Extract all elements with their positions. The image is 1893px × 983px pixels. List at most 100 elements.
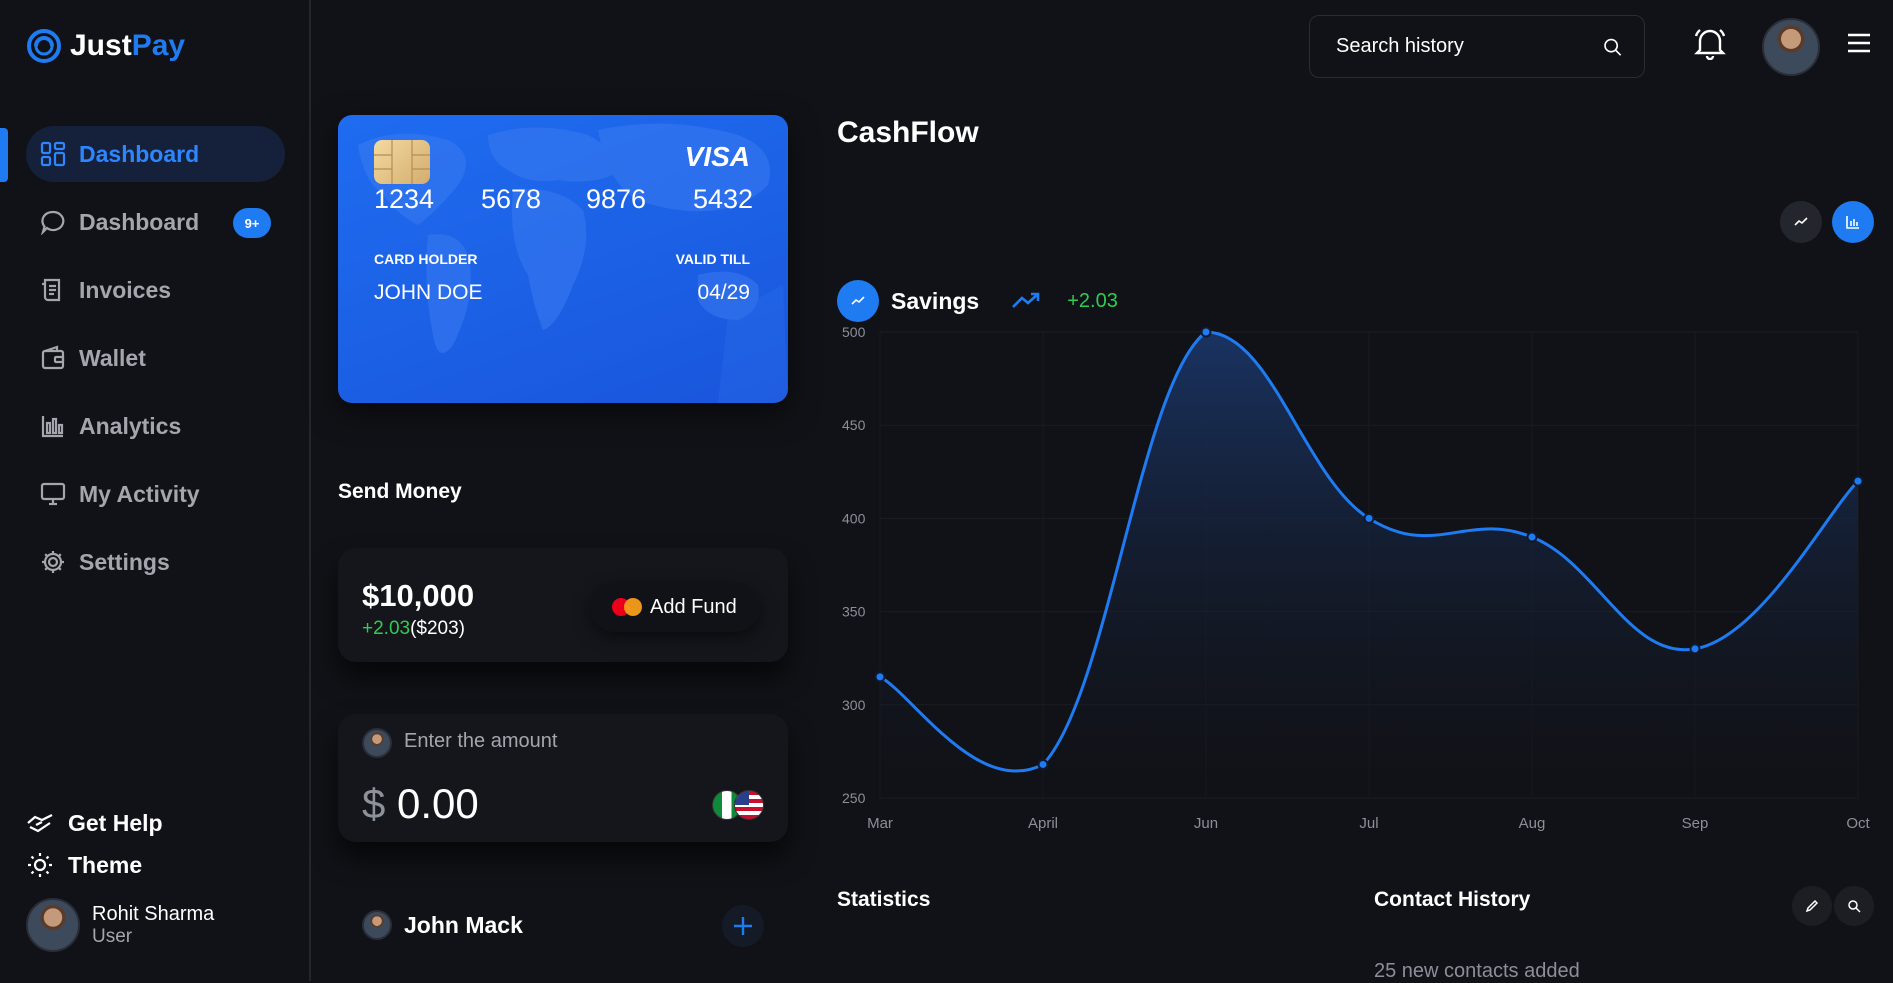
x-tick-label: Oct <box>1846 815 1870 832</box>
sidebar-item-label: Dashboard <box>79 140 200 167</box>
data-point[interactable] <box>1526 531 1538 543</box>
avatar <box>362 910 392 940</box>
data-point[interactable] <box>1689 643 1701 655</box>
sidebar-item-label: Dashboard <box>79 208 200 235</box>
theme-label: Theme <box>68 851 143 878</box>
line-chart-toggle[interactable] <box>1780 201 1822 243</box>
brand-name-part2: Pay <box>131 29 186 62</box>
contact-item[interactable]: John Mack <box>362 910 523 940</box>
add-contact-button[interactable] <box>722 905 764 947</box>
sun-icon <box>28 853 52 877</box>
sidebar-item-label: Wallet <box>79 344 146 371</box>
sidebar-item-my-activity[interactable]: My Activity <box>26 466 285 522</box>
savings-icon <box>837 280 879 322</box>
theme-toggle[interactable]: Theme <box>26 844 163 886</box>
brand-logo[interactable]: JustPay <box>26 28 185 64</box>
sidebar-item-settings[interactable]: Settings <box>26 534 285 590</box>
bar-chart-toggle[interactable] <box>1832 201 1874 243</box>
x-tick-label: Aug <box>1519 815 1546 832</box>
sidebar-nav: Dashboard Dashboard 9+ Invoices Wallet A… <box>0 126 311 602</box>
y-tick-label: 300 <box>842 697 866 713</box>
sidebar-item-wallet[interactable]: Wallet <box>26 330 285 386</box>
brand-icon <box>27 29 61 63</box>
data-point[interactable] <box>1852 475 1864 487</box>
wallet-icon <box>39 344 67 372</box>
contact-history-title: Contact History <box>1374 888 1531 911</box>
card-number-group: 9876 <box>586 184 647 214</box>
amount-value[interactable]: $ 0.00 <box>362 780 479 828</box>
chart-grid <box>879 331 1859 799</box>
search-contacts-button[interactable] <box>1834 886 1874 926</box>
search-icon[interactable] <box>1603 33 1622 61</box>
y-tick-label: 400 <box>842 510 866 526</box>
pencil-icon <box>1805 899 1819 913</box>
amount-number: 0.00 <box>397 780 479 827</box>
user-profile[interactable]: Rohit Sharma User <box>26 898 214 952</box>
credit-card[interactable]: VISA 1234 5678 9876 5432 CARD HOLDER VAL… <box>338 115 788 403</box>
card-number-group: 1234 <box>374 184 435 214</box>
notification-bell-icon[interactable] <box>1694 26 1726 60</box>
series-label: Savings <box>891 287 980 314</box>
x-tick-label: Sep <box>1682 815 1709 832</box>
sidebar-item-label: Invoices <box>79 276 172 303</box>
balance-card: $10,000 +2.03($203) Add Fund <box>338 548 788 662</box>
sidebar-item-invoices[interactable]: Invoices <box>26 262 285 318</box>
sidebar: JustPay Dashboard Dashboard 9+ Invoices <box>0 0 311 981</box>
card-number-group: 5678 <box>481 184 542 214</box>
monitor-icon <box>39 480 67 508</box>
y-tick-label: 350 <box>842 604 866 620</box>
search-bar <box>1309 15 1645 78</box>
get-help-link[interactable]: Get Help <box>26 802 163 844</box>
card-chip <box>374 140 430 184</box>
search-input[interactable] <box>1334 34 1603 59</box>
hamburger-menu-icon[interactable] <box>1846 32 1872 54</box>
card-holder-name: JOHN DOE <box>374 281 483 304</box>
data-point[interactable] <box>1200 326 1212 338</box>
x-tick-label: Mar <box>867 815 893 832</box>
add-fund-button[interactable]: Add Fund <box>590 582 760 632</box>
edit-button[interactable] <box>1792 886 1832 926</box>
y-tick-label: 500 <box>842 324 866 340</box>
statistics-title: Statistics <box>837 888 931 911</box>
get-help-label: Get Help <box>68 809 163 836</box>
header-avatar[interactable] <box>1762 18 1820 76</box>
sidebar-item-analytics[interactable]: Analytics <box>26 398 285 454</box>
x-tick-label: Jun <box>1194 815 1218 832</box>
avatar <box>26 898 80 952</box>
savings-area <box>880 332 1858 798</box>
handshake-icon <box>27 814 53 833</box>
amount-input-card[interactable]: Enter the amount $ 0.00 <box>338 714 788 842</box>
sidebar-bottom-links: Get Help Theme <box>26 802 163 886</box>
bar-chart-icon <box>39 412 67 440</box>
data-point[interactable] <box>874 671 886 683</box>
bar-chart-icon <box>1846 216 1859 229</box>
add-fund-label: Add Fund <box>650 595 737 618</box>
balance-change-amount: ($203) <box>410 618 465 639</box>
card-number-group: 5432 <box>693 184 754 214</box>
notification-badge: 9+ <box>233 208 271 238</box>
user-name: Rohit Sharma <box>92 902 215 925</box>
data-points <box>874 326 1864 770</box>
balance-amount: $10,000 <box>362 578 475 613</box>
card-holder-label: CARD HOLDER <box>374 251 478 267</box>
sidebar-item-label: Settings <box>79 548 170 575</box>
plus-icon <box>734 917 752 935</box>
currency-symbol: $ <box>362 780 386 827</box>
data-point[interactable] <box>1363 512 1375 524</box>
card-brand-logo: VISA <box>684 141 750 172</box>
us-flag-icon <box>734 790 764 820</box>
valid-till-label: VALID TILL <box>675 251 750 267</box>
grid-icon <box>39 140 67 168</box>
send-money-title: Send Money <box>338 480 462 503</box>
sidebar-item-messages[interactable]: Dashboard 9+ <box>26 194 285 250</box>
y-axis: 250 300 350 400 450 500 <box>842 324 866 806</box>
series-change: +2.03 <box>1067 289 1118 312</box>
valid-till-value: 04/29 <box>697 281 750 304</box>
currency-flags[interactable] <box>712 790 764 820</box>
chat-icon <box>39 208 67 236</box>
x-tick-label: Jul <box>1359 815 1378 832</box>
data-point[interactable] <box>1037 758 1049 770</box>
sidebar-item-dashboard[interactable]: Dashboard <box>26 126 285 182</box>
savings-line <box>879 330 1860 773</box>
user-role: User <box>92 925 133 947</box>
